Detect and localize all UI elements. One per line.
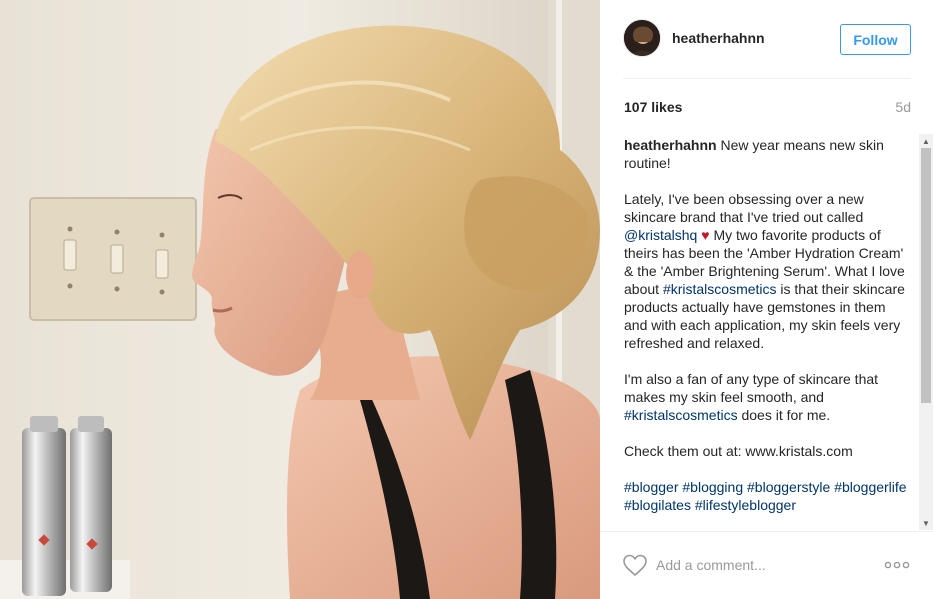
more-options-icon[interactable]: [883, 557, 911, 573]
caption-scroll-area[interactable]: heatherhahnn New year means new skin rou…: [624, 136, 912, 531]
post-header: heatherhahnn Follow: [600, 0, 933, 78]
caption-text: does it for me.: [741, 407, 831, 423]
scroll-down-arrow-icon[interactable]: ▼: [919, 516, 933, 530]
header-divider: [623, 78, 911, 79]
caption-scrollbar[interactable]: ▲ ▼: [919, 134, 933, 530]
caption-text: I'm also a fan of any type of skincare t…: [624, 371, 879, 405]
photo-illustration: [0, 0, 600, 599]
comment-input[interactable]: [656, 554, 866, 576]
post-time[interactable]: 5d: [895, 99, 911, 115]
hashtag-link[interactable]: #kristalscosmetics: [624, 407, 738, 423]
hashtag-link[interactable]: #blogger: [624, 479, 679, 495]
caption-intro: heatherhahnn New year means new skin rou…: [624, 136, 912, 172]
post-side-panel: heatherhahnn Follow 107 likes 5d heather…: [600, 0, 933, 599]
hashtag-link[interactable]: #blogilates: [624, 497, 691, 513]
caption-paragraph-4: Check them out at: www.kristals.com: [624, 443, 853, 459]
heart-outline-icon[interactable]: [622, 553, 648, 577]
hashtag-link[interactable]: #bloggerstyle: [747, 479, 830, 495]
post-photo[interactable]: [0, 0, 600, 599]
caption-paragraph-2: Lately, I've been obsessing over a new s…: [624, 190, 912, 352]
likes-row: 107 likes 5d: [624, 98, 911, 118]
hashtag-link[interactable]: #lifestyleblogger: [695, 497, 796, 513]
follow-button[interactable]: Follow: [840, 24, 911, 55]
caption-paragraph-3: I'm also a fan of any type of skincare t…: [624, 370, 912, 424]
caption-text: Lately, I've been obsessing over a new s…: [624, 191, 864, 225]
avatar[interactable]: [623, 19, 661, 57]
scrollbar-thumb[interactable]: [921, 148, 931, 403]
comment-row: [600, 531, 933, 599]
scroll-up-arrow-icon[interactable]: ▲: [919, 134, 933, 148]
avatar-image: [624, 20, 660, 56]
hashtag-link[interactable]: #bloggerlife: [834, 479, 906, 495]
caption-hashtags: #blogger #blogging #bloggerstyle #blogge…: [624, 478, 912, 514]
mention-link[interactable]: @kristalshq: [624, 227, 697, 243]
hashtag-link[interactable]: #blogging: [682, 479, 743, 495]
header-username[interactable]: heatherhahnn: [672, 30, 765, 46]
hashtag-link[interactable]: #kristalscosmetics: [663, 281, 777, 297]
likes-count[interactable]: 107 likes: [624, 99, 682, 115]
caption-username[interactable]: heatherhahnn: [624, 137, 717, 153]
heart-emoji: ♥: [701, 227, 710, 243]
